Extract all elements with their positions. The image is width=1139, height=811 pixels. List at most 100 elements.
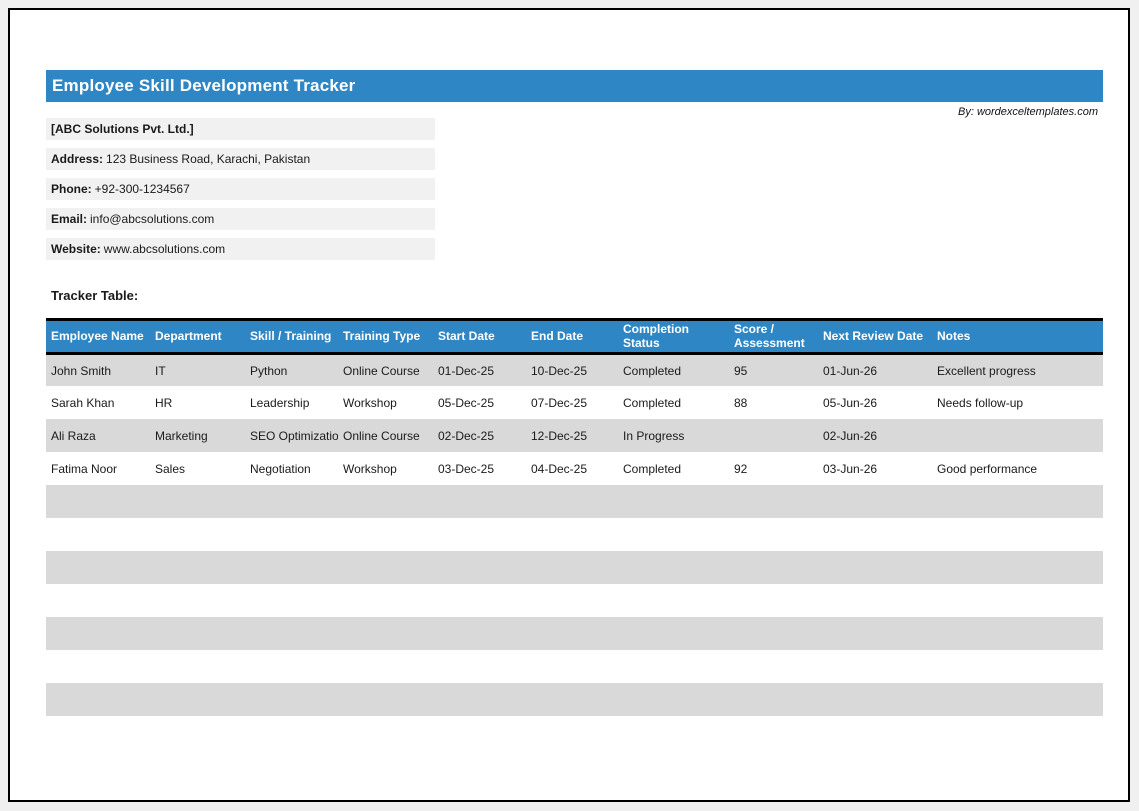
- table-cell: [932, 683, 1103, 716]
- table-cell: 01-Jun-26: [818, 353, 932, 386]
- company-phone-row: Phone:+92-300-1234567: [46, 178, 435, 200]
- table-cell: [729, 551, 818, 584]
- table-cell: [729, 683, 818, 716]
- company-name-row: [ABC Solutions Pvt. Ltd.]: [46, 118, 435, 140]
- website-label: Website:: [51, 242, 101, 256]
- company-info-block: [ABC Solutions Pvt. Ltd.] Address:123 Bu…: [46, 118, 435, 268]
- table-cell: [150, 617, 245, 650]
- company-website-row: Website:www.abcsolutions.com: [46, 238, 435, 260]
- address-value: 123 Business Road, Karachi, Pakistan: [106, 152, 310, 166]
- table-cell: Fatima Noor: [46, 452, 150, 485]
- table-cell: 01-Dec-25: [433, 353, 526, 386]
- table-cell: [618, 551, 729, 584]
- table-cell: 03-Jun-26: [818, 452, 932, 485]
- column-header: Employee Name: [46, 320, 150, 354]
- document-title-bar: Employee Skill Development Tracker: [46, 70, 1103, 102]
- table-cell: [245, 617, 338, 650]
- table-cell: [932, 485, 1103, 518]
- table-cell: [245, 584, 338, 617]
- table-row-empty: [46, 518, 1103, 551]
- column-header: Completion Status: [618, 320, 729, 354]
- table-cell: John Smith: [46, 353, 150, 386]
- table-cell: [433, 518, 526, 551]
- table-cell: [150, 551, 245, 584]
- table-cell: IT: [150, 353, 245, 386]
- address-label: Address:: [51, 152, 103, 166]
- column-header: End Date: [526, 320, 618, 354]
- email-label: Email:: [51, 212, 87, 226]
- table-cell: [932, 584, 1103, 617]
- phone-label: Phone:: [51, 182, 92, 196]
- table-cell: [338, 683, 433, 716]
- table-cell: [338, 518, 433, 551]
- table-row-empty: [46, 650, 1103, 683]
- table-cell: [338, 485, 433, 518]
- table-cell: 07-Dec-25: [526, 386, 618, 419]
- table-cell: Workshop: [338, 386, 433, 419]
- table-cell: [932, 617, 1103, 650]
- table-cell: [433, 683, 526, 716]
- document-page: Employee Skill Development Tracker By: w…: [8, 8, 1130, 802]
- table-cell: 92: [729, 452, 818, 485]
- table-cell: [818, 518, 932, 551]
- table-row-empty: [46, 485, 1103, 518]
- table-cell: [729, 650, 818, 683]
- table-cell: [150, 650, 245, 683]
- table-cell: 05-Jun-26: [818, 386, 932, 419]
- table-cell: 03-Dec-25: [433, 452, 526, 485]
- table-cell: [245, 518, 338, 551]
- table-cell: Marketing: [150, 419, 245, 452]
- table-cell: [338, 617, 433, 650]
- table-cell: [338, 650, 433, 683]
- table-cell: [526, 683, 618, 716]
- column-header: Score / Assessment: [729, 320, 818, 354]
- phone-value: +92-300-1234567: [95, 182, 190, 196]
- table-cell: [729, 485, 818, 518]
- table-cell: Leadership: [245, 386, 338, 419]
- table-cell: [932, 551, 1103, 584]
- table-cell: [46, 518, 150, 551]
- table-cell: [46, 551, 150, 584]
- table-cell: [526, 617, 618, 650]
- table-cell: 10-Dec-25: [526, 353, 618, 386]
- company-email-row: Email:info@abcsolutions.com: [46, 208, 435, 230]
- table-cell: [729, 617, 818, 650]
- table-row: Fatima NoorSalesNegotiationWorkshop03-De…: [46, 452, 1103, 485]
- table-cell: 05-Dec-25: [433, 386, 526, 419]
- table-cell: [932, 518, 1103, 551]
- table-row: John SmithITPythonOnline Course01-Dec-25…: [46, 353, 1103, 386]
- table-cell: 88: [729, 386, 818, 419]
- table-cell: 04-Dec-25: [526, 452, 618, 485]
- table-cell: Completed: [618, 353, 729, 386]
- table-cell: [818, 551, 932, 584]
- table-cell: 02-Jun-26: [818, 419, 932, 452]
- table-cell: [338, 551, 433, 584]
- table-cell: Needs follow-up: [932, 386, 1103, 419]
- table-cell: [729, 584, 818, 617]
- column-header: Start Date: [433, 320, 526, 354]
- table-cell: [818, 650, 932, 683]
- table-cell: [433, 617, 526, 650]
- table-cell: [245, 650, 338, 683]
- table-row-empty: [46, 584, 1103, 617]
- tracker-table-section-label: Tracker Table:: [51, 288, 138, 303]
- company-name: [ABC Solutions Pvt. Ltd.]: [51, 122, 194, 136]
- table-cell: [245, 683, 338, 716]
- website-value: www.abcsolutions.com: [104, 242, 225, 256]
- column-header: Skill / Training: [245, 320, 338, 354]
- table-cell: [526, 584, 618, 617]
- table-cell: Ali Raza: [46, 419, 150, 452]
- table-cell: [818, 485, 932, 518]
- table-cell: Good performance: [932, 452, 1103, 485]
- table-cell: [433, 551, 526, 584]
- column-header: Training Type: [338, 320, 433, 354]
- table-cell: [245, 551, 338, 584]
- table-cell: [526, 551, 618, 584]
- column-header: Department: [150, 320, 245, 354]
- table-cell: 95: [729, 353, 818, 386]
- table-cell: 12-Dec-25: [526, 419, 618, 452]
- tracker-table: Employee NameDepartmentSkill / TrainingT…: [46, 318, 1103, 716]
- tracker-table-body: John SmithITPythonOnline Course01-Dec-25…: [46, 353, 1103, 716]
- table-cell: [526, 650, 618, 683]
- table-row: Ali RazaMarketingSEO OptimizationOnline …: [46, 419, 1103, 452]
